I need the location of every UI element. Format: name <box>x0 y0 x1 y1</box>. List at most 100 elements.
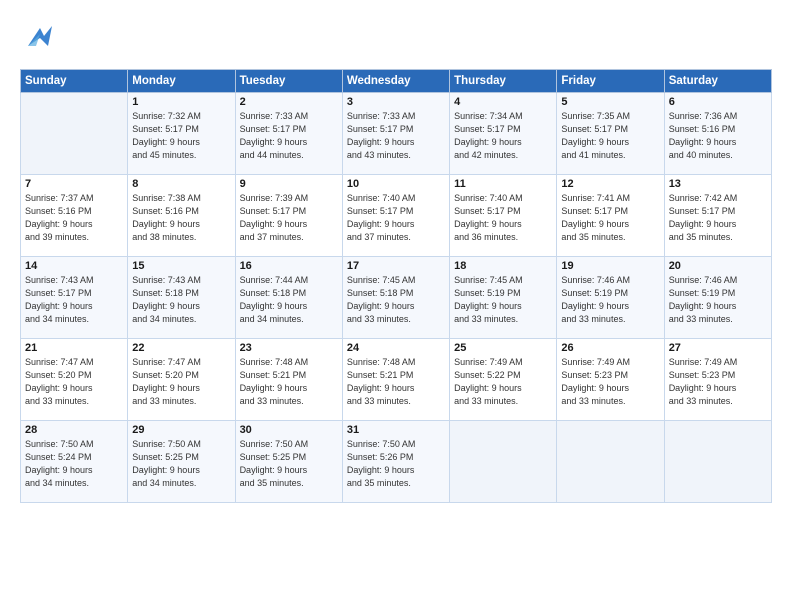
calendar-cell: 12Sunrise: 7:41 AM Sunset: 5:17 PM Dayli… <box>557 175 664 257</box>
day-info: Sunrise: 7:42 AM Sunset: 5:17 PM Dayligh… <box>669 192 767 244</box>
calendar-cell: 5Sunrise: 7:35 AM Sunset: 5:17 PM Daylig… <box>557 93 664 175</box>
calendar-cell: 23 Sunrise: 7:48 AM Sunset: 5:21 PM Dayli… <box>235 339 342 421</box>
day-info: Sunrise: 7:46 AM Sunset: 5:19 PM Dayligh… <box>561 274 659 326</box>
week-row-1: 1 Sunrise: 7:32 AM Sunset: 5:17 PM Daylig… <box>21 93 772 175</box>
day-number: 16 <box>240 260 338 272</box>
day-info: Sunrise: 7:36 AM Sunset: 5:16 PM Dayligh… <box>669 110 767 162</box>
day-number: 13 <box>669 178 767 190</box>
day-number: 28 <box>25 424 123 436</box>
day-number: 15 <box>132 260 230 272</box>
calendar-cell <box>557 421 664 503</box>
day-info: Sunrise: 7:46 AM Sunset: 5:19 PM Dayligh… <box>669 274 767 326</box>
day-info: Sunrise: 7:47 AM Sunset: 5:20 PM Dayligh… <box>25 356 123 408</box>
day-info: Sunrise: 7:43 AM Sunset: 5:17 PM Dayligh… <box>25 274 123 326</box>
page: SundayMondayTuesdayWednesdayThursdayFrid… <box>0 0 792 612</box>
day-number: 14 <box>25 260 123 272</box>
day-number: 4 <box>454 96 552 108</box>
day-number: 25 <box>454 342 552 354</box>
day-info: Sunrise: 7:48 AM Sunset: 5:21 PM Dayligh… <box>240 356 338 408</box>
day-info: Sunrise: 7:33 AM Sunset: 5:17 PM Dayligh… <box>240 110 338 162</box>
day-number: 2 <box>240 96 338 108</box>
day-info: Sunrise: 7:47 AM Sunset: 5:20 PM Dayligh… <box>132 356 230 408</box>
calendar-cell: 1 Sunrise: 7:32 AM Sunset: 5:17 PM Daylig… <box>128 93 235 175</box>
day-info: Sunrise: 7:40 AM Sunset: 5:17 PM Dayligh… <box>347 192 445 244</box>
day-number: 23 <box>240 342 338 354</box>
day-info: Sunrise: 7:50 AM Sunset: 5:25 PM Dayligh… <box>240 438 338 490</box>
day-number: 7 <box>25 178 123 190</box>
day-number: 31 <box>347 424 445 436</box>
calendar-cell: 6 Sunrise: 7:36 AM Sunset: 5:16 PM Daylig… <box>664 93 771 175</box>
day-info: Sunrise: 7:33 AM Sunset: 5:17 PM Dayligh… <box>347 110 445 162</box>
day-number: 18 <box>454 260 552 272</box>
day-info: Sunrise: 7:49 AM Sunset: 5:23 PM Dayligh… <box>669 356 767 408</box>
calendar-cell: 19 Sunrise: 7:46 AM Sunset: 5:19 PM Dayli… <box>557 257 664 339</box>
day-info: Sunrise: 7:45 AM Sunset: 5:19 PM Dayligh… <box>454 274 552 326</box>
calendar-cell: 10 Sunrise: 7:40 AM Sunset: 5:17 PM Dayli… <box>342 175 449 257</box>
day-info: Sunrise: 7:32 AM Sunset: 5:17 PM Dayligh… <box>132 110 230 162</box>
weekday-header-saturday: Saturday <box>664 70 771 93</box>
calendar-cell: 26 Sunrise: 7:49 AM Sunset: 5:23 PM Dayli… <box>557 339 664 421</box>
calendar-cell <box>664 421 771 503</box>
calendar-cell: 16 Sunrise: 7:44 AM Sunset: 5:18 PM Dayli… <box>235 257 342 339</box>
day-info: Sunrise: 7:48 AM Sunset: 5:21 PM Dayligh… <box>347 356 445 408</box>
day-number: 24 <box>347 342 445 354</box>
calendar-cell: 27 Sunrise: 7:49 AM Sunset: 5:23 PM Dayli… <box>664 339 771 421</box>
day-number: 10 <box>347 178 445 190</box>
day-info: Sunrise: 7:38 AM Sunset: 5:16 PM Dayligh… <box>132 192 230 244</box>
weekday-header-sunday: Sunday <box>21 70 128 93</box>
day-number: 6 <box>669 96 767 108</box>
calendar-cell: 25Sunrise: 7:49 AM Sunset: 5:22 PM Dayli… <box>450 339 557 421</box>
calendar-cell: 21 Sunrise: 7:47 AM Sunset: 5:20 PM Dayli… <box>21 339 128 421</box>
calendar-table: SundayMondayTuesdayWednesdayThursdayFrid… <box>20 69 772 503</box>
day-number: 22 <box>132 342 230 354</box>
calendar-cell: 17Sunrise: 7:45 AM Sunset: 5:18 PM Dayli… <box>342 257 449 339</box>
calendar-cell: 11 Sunrise: 7:40 AM Sunset: 5:17 PM Dayli… <box>450 175 557 257</box>
calendar-cell: 30Sunrise: 7:50 AM Sunset: 5:25 PM Dayli… <box>235 421 342 503</box>
weekday-header-wednesday: Wednesday <box>342 70 449 93</box>
day-number: 9 <box>240 178 338 190</box>
day-info: Sunrise: 7:50 AM Sunset: 5:26 PM Dayligh… <box>347 438 445 490</box>
day-number: 5 <box>561 96 659 108</box>
day-info: Sunrise: 7:49 AM Sunset: 5:23 PM Dayligh… <box>561 356 659 408</box>
day-info: Sunrise: 7:45 AM Sunset: 5:18 PM Dayligh… <box>347 274 445 326</box>
day-number: 3 <box>347 96 445 108</box>
weekday-header-tuesday: Tuesday <box>235 70 342 93</box>
day-number: 12 <box>561 178 659 190</box>
day-info: Sunrise: 7:44 AM Sunset: 5:18 PM Dayligh… <box>240 274 338 326</box>
day-number: 27 <box>669 342 767 354</box>
calendar-cell: 22 Sunrise: 7:47 AM Sunset: 5:20 PM Dayli… <box>128 339 235 421</box>
calendar-cell: 15Sunrise: 7:43 AM Sunset: 5:18 PM Dayli… <box>128 257 235 339</box>
calendar-cell: 28 Sunrise: 7:50 AM Sunset: 5:24 PM Dayli… <box>21 421 128 503</box>
logo <box>20 18 56 59</box>
calendar-cell: 18 Sunrise: 7:45 AM Sunset: 5:19 PM Dayli… <box>450 257 557 339</box>
calendar-cell: 2 Sunrise: 7:33 AM Sunset: 5:17 PM Daylig… <box>235 93 342 175</box>
calendar-cell: 7 Sunrise: 7:37 AM Sunset: 5:16 PM Daylig… <box>21 175 128 257</box>
weekday-header-friday: Friday <box>557 70 664 93</box>
day-number: 26 <box>561 342 659 354</box>
day-number: 8 <box>132 178 230 190</box>
day-info: Sunrise: 7:34 AM Sunset: 5:17 PM Dayligh… <box>454 110 552 162</box>
logo-icon <box>20 18 56 54</box>
day-info: Sunrise: 7:37 AM Sunset: 5:16 PM Dayligh… <box>25 192 123 244</box>
weekday-header-thursday: Thursday <box>450 70 557 93</box>
calendar-cell: 31 Sunrise: 7:50 AM Sunset: 5:26 PM Dayli… <box>342 421 449 503</box>
weekday-header-monday: Monday <box>128 70 235 93</box>
calendar-cell: 29Sunrise: 7:50 AM Sunset: 5:25 PM Dayli… <box>128 421 235 503</box>
day-number: 11 <box>454 178 552 190</box>
calendar-cell: 20 Sunrise: 7:46 AM Sunset: 5:19 PM Dayli… <box>664 257 771 339</box>
week-row-4: 21 Sunrise: 7:47 AM Sunset: 5:20 PM Dayli… <box>21 339 772 421</box>
calendar-cell: 4 Sunrise: 7:34 AM Sunset: 5:17 PM Daylig… <box>450 93 557 175</box>
day-number: 1 <box>132 96 230 108</box>
week-row-2: 7 Sunrise: 7:37 AM Sunset: 5:16 PM Daylig… <box>21 175 772 257</box>
day-info: Sunrise: 7:50 AM Sunset: 5:25 PM Dayligh… <box>132 438 230 490</box>
day-info: Sunrise: 7:50 AM Sunset: 5:24 PM Dayligh… <box>25 438 123 490</box>
day-number: 21 <box>25 342 123 354</box>
calendar-cell <box>450 421 557 503</box>
day-info: Sunrise: 7:40 AM Sunset: 5:17 PM Dayligh… <box>454 192 552 244</box>
weekday-header-row: SundayMondayTuesdayWednesdayThursdayFrid… <box>21 70 772 93</box>
header <box>20 18 772 59</box>
calendar-cell: 3 Sunrise: 7:33 AM Sunset: 5:17 PM Daylig… <box>342 93 449 175</box>
day-number: 20 <box>669 260 767 272</box>
day-number: 19 <box>561 260 659 272</box>
calendar-cell <box>21 93 128 175</box>
